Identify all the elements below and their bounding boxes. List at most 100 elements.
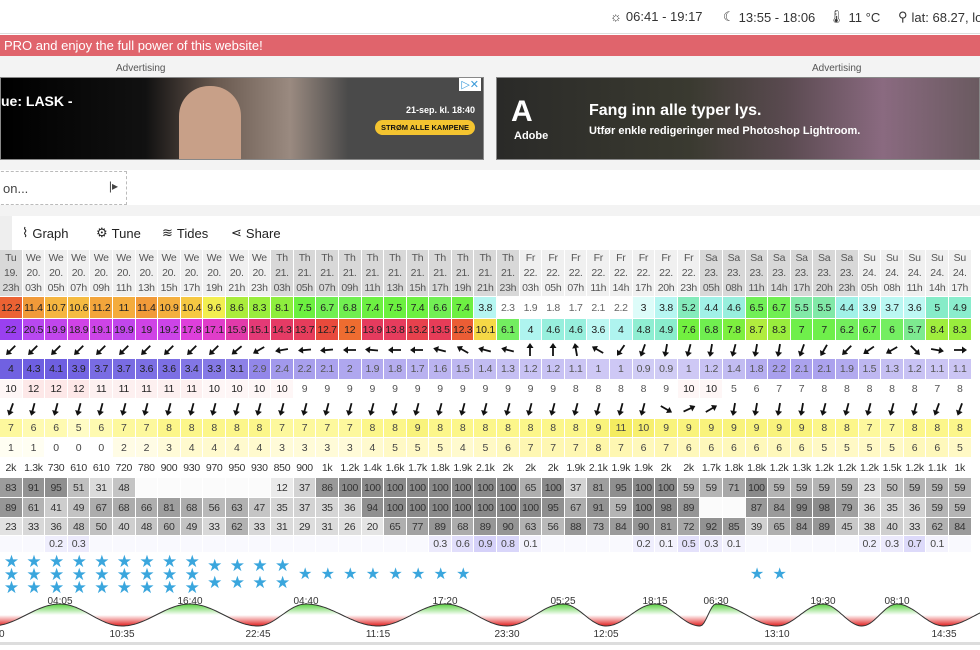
header-hour: 19h: [205, 281, 223, 294]
header-day: We: [138, 251, 154, 264]
column-header: We 20. 23h: [248, 250, 272, 297]
wave-height-cell: 3.6: [135, 359, 159, 380]
feels-like-cell: 7: [519, 438, 543, 458]
wave-period-cell: 9: [474, 380, 498, 399]
temperature-cell: 8: [926, 419, 949, 438]
direction-arrow-icon: [542, 341, 565, 359]
cloud-base-cell: 720: [112, 458, 136, 478]
star-icon: ★: [26, 577, 42, 596]
cloud-base-cell: 1.3k: [790, 458, 814, 478]
cloud-mid-cell: 59: [610, 498, 633, 518]
tab-table[interactable]: [0, 216, 12, 250]
header-date: 22.: [659, 266, 673, 279]
direction-arrow-icon: [22, 341, 46, 359]
direction-arrow-icon: [474, 341, 498, 359]
temperature-cell: 9: [723, 419, 746, 438]
cloud-low-cell: 56: [542, 518, 565, 536]
wave-height-cell: 1: [587, 359, 611, 380]
wind-gust-cell: 8.3: [948, 319, 972, 341]
header-date: 20.: [94, 266, 109, 279]
wind-speed-cell: 6.7: [316, 297, 339, 319]
column-header: We 20. 07h: [67, 250, 91, 297]
precipitation-cell: [0, 536, 23, 553]
temperature-cell: 8: [474, 419, 498, 438]
precipitation-cell: 0.2: [858, 536, 882, 553]
wave-period-cell: 8: [948, 380, 972, 399]
pro-banner[interactable]: PRO and enjoy the full power of this web…: [0, 35, 980, 56]
wave-height-cell: 2.1: [813, 359, 836, 380]
header-day: Sa: [705, 251, 718, 264]
tab-graph[interactable]: ⌇ Graph: [22, 225, 69, 241]
cloud-low-cell: 48: [67, 518, 91, 536]
wave-height-cell: 1.2: [903, 359, 927, 380]
tide-high-label: 19:30: [810, 596, 835, 607]
direction-arrow-icon: [835, 341, 859, 359]
direction-arrow-icon: [112, 341, 136, 359]
rating-stars: ★ ★ ★: [90, 553, 113, 595]
divider: [0, 205, 980, 216]
wave-height-cell: 1: [677, 359, 701, 380]
header-date: 24.: [930, 266, 944, 279]
tab-tune[interactable]: ⚙ Tune: [96, 225, 141, 241]
spot-search-input[interactable]: on... |▸: [0, 171, 127, 205]
scrollbar[interactable]: [0, 642, 980, 645]
tab-share[interactable]: ⋖ Share: [231, 225, 281, 241]
cloud-mid-row: 89 61 41 49 67 68 66 81 68 56 63 47 35 37 35 36 94 100 100…: [0, 498, 980, 518]
star-icon: ★: [3, 577, 19, 596]
temperature-cell: 9: [745, 419, 769, 438]
cloud-high-cell: 83: [0, 478, 23, 498]
ad-banner-football[interactable]: ue: LASK - 21-sep. kl. 18:40 STRØM ALLE …: [0, 77, 484, 160]
wind-gust-cell: 13.5: [429, 319, 452, 341]
wave-period-cell: 9: [429, 380, 452, 399]
rating-stars: ★: [407, 553, 430, 595]
temperature-cell: 8: [564, 419, 588, 438]
tide-low-label: 23:30: [494, 629, 519, 640]
precipitation-cell: [293, 536, 317, 553]
direction-arrow-icon: [881, 341, 904, 359]
cloud-mid-cell: 47: [248, 498, 272, 518]
feels-like-cell: 5: [474, 438, 498, 458]
cloud-base-cell: 1.6k: [384, 458, 407, 478]
wind-gust-cell: 6.8: [700, 319, 723, 341]
wind-gust-cell: 3.6: [587, 319, 611, 341]
cloud-base-cell: 1.1k: [926, 458, 949, 478]
precipitation-cell: 0.5: [677, 536, 701, 553]
precipitation-cell: 0.1: [723, 536, 746, 553]
temperature-cell: 9: [700, 419, 723, 438]
star-icon: ★: [252, 573, 268, 592]
cloud-mid-cell: 67: [90, 498, 113, 518]
wave-height-cell: 4.1: [45, 359, 68, 380]
windsock-icon[interactable]: |▸: [109, 179, 118, 193]
rating-stars: [497, 553, 520, 595]
direction-arrow-icon: [406, 399, 430, 419]
header-date: 20.: [26, 266, 41, 279]
rating-stars: [859, 553, 882, 595]
wind-gust-cell: 13.8: [384, 319, 407, 341]
cloud-high-cell: [158, 478, 181, 498]
wind-gust-cell: 8.4: [926, 319, 949, 341]
temperature-cell: 8: [361, 419, 385, 438]
header-hour: 23h: [251, 281, 268, 294]
wind-gust-cell: 17.1: [203, 319, 226, 341]
header-day: Su: [908, 251, 921, 264]
cloud-base-cell: 1.7k: [406, 458, 430, 478]
direction-arrow-icon: [610, 341, 633, 359]
ad-cta-button[interactable]: STRØM ALLE KAMPENE: [374, 120, 475, 135]
tab-tides[interactable]: ≋ Tides: [162, 225, 208, 241]
direction-arrow-icon: [248, 399, 272, 419]
header-hour: 23h: [2, 281, 20, 294]
feels-like-cell: 8: [587, 438, 611, 458]
rating-stars: ★ ★ ★: [181, 553, 204, 595]
cloud-high-cell: 95: [45, 478, 68, 498]
rating-stars: ★: [294, 553, 317, 595]
ad-banner-adobe[interactable]: A Adobe Fang inn alle typer lys. Utfør e…: [496, 77, 980, 160]
cloud-high-cell: 59: [903, 478, 927, 498]
cloud-high-cell: 37: [293, 478, 317, 498]
header-date: 20.: [49, 266, 63, 279]
feels-like-cell: 6: [497, 438, 520, 458]
precipitation-cell: [384, 536, 407, 553]
ad-close-icon[interactable]: ▷✕: [459, 78, 481, 91]
header-day: Fr: [525, 251, 536, 264]
feels-like-cell: 6: [745, 438, 769, 458]
header-hour: 05h: [702, 281, 720, 294]
